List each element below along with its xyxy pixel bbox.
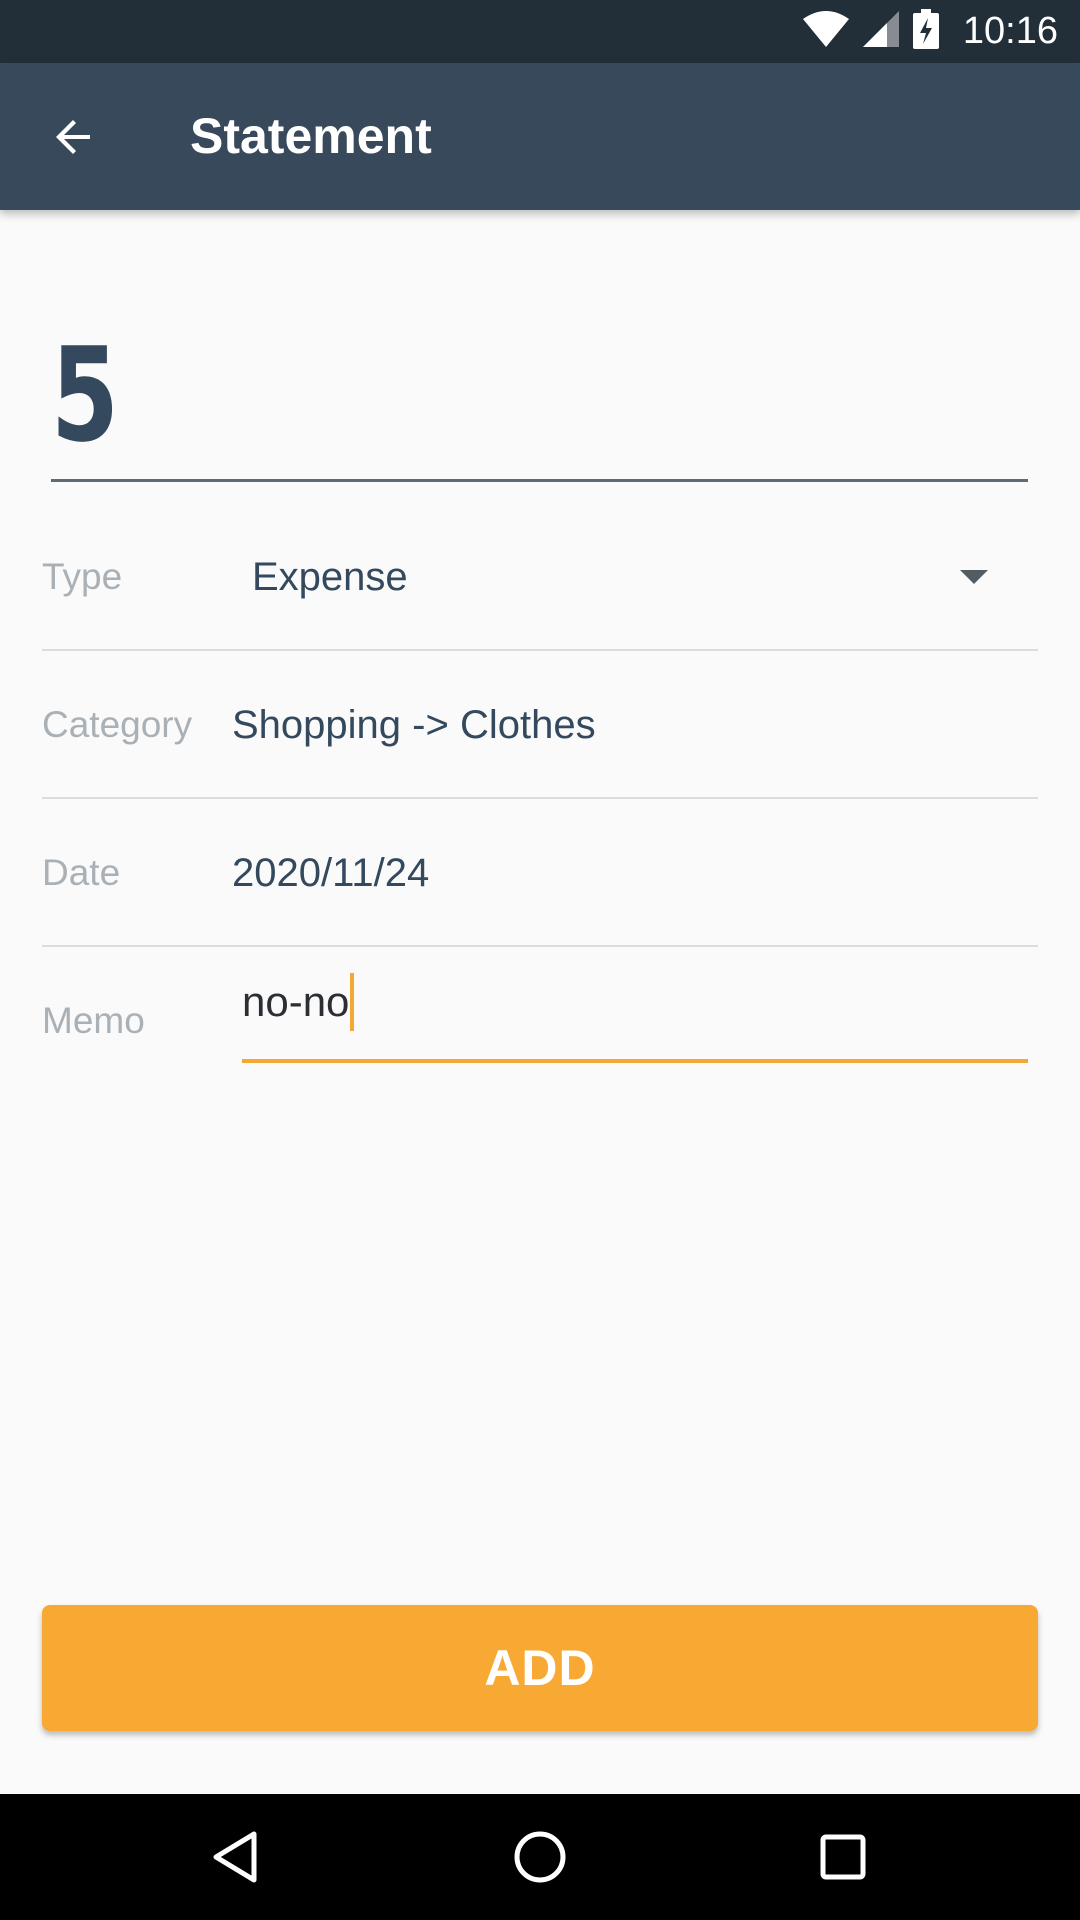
memo-label: Memo xyxy=(42,1000,145,1041)
memo-text-wrap: no-no xyxy=(242,947,355,1057)
wifi-icon xyxy=(802,11,849,52)
amount-field[interactable]: 5 xyxy=(51,320,1028,482)
battery-charging-icon xyxy=(912,9,939,54)
type-row[interactable]: Type Expense xyxy=(42,503,1038,651)
status-bar: 10:16 xyxy=(0,0,1080,63)
back-button[interactable] xyxy=(34,97,114,177)
date-row[interactable]: Date 2020/11/24 xyxy=(42,799,1038,947)
nav-home-button[interactable] xyxy=(505,1822,575,1892)
home-circle-icon xyxy=(514,1831,566,1883)
type-label: Type xyxy=(42,556,123,597)
category-label: Category xyxy=(42,704,193,745)
navigation-bar xyxy=(0,1794,1080,1920)
date-value[interactable]: 2020/11/24 xyxy=(232,799,429,947)
status-time: 10:16 xyxy=(962,10,1058,52)
amount-value: 5 xyxy=(51,319,119,471)
cell-signal-icon xyxy=(862,11,899,52)
date-label: Date xyxy=(42,852,121,893)
memo-input[interactable]: no-no xyxy=(242,947,1028,1063)
add-button[interactable]: ADD xyxy=(42,1605,1038,1731)
back-triangle-icon xyxy=(213,1831,257,1883)
page-title: Statement xyxy=(190,108,432,164)
text-cursor xyxy=(350,972,355,1031)
category-value[interactable]: Shopping -> Clothes xyxy=(232,651,596,799)
category-row[interactable]: Category Shopping -> Clothes xyxy=(42,651,1038,799)
chevron-down-icon[interactable] xyxy=(960,570,988,584)
type-select-value[interactable]: Expense xyxy=(252,503,408,651)
memo-row: Memo no-no xyxy=(42,947,1038,1095)
nav-back-button[interactable] xyxy=(200,1822,270,1892)
arrow-back-icon xyxy=(56,120,90,154)
nav-recents-button[interactable] xyxy=(808,1822,878,1892)
recents-square-icon xyxy=(820,1834,866,1880)
memo-value: no-no xyxy=(242,978,350,1025)
app-bar: Statement xyxy=(0,63,1080,210)
status-icons: 10:16 xyxy=(802,0,1058,63)
